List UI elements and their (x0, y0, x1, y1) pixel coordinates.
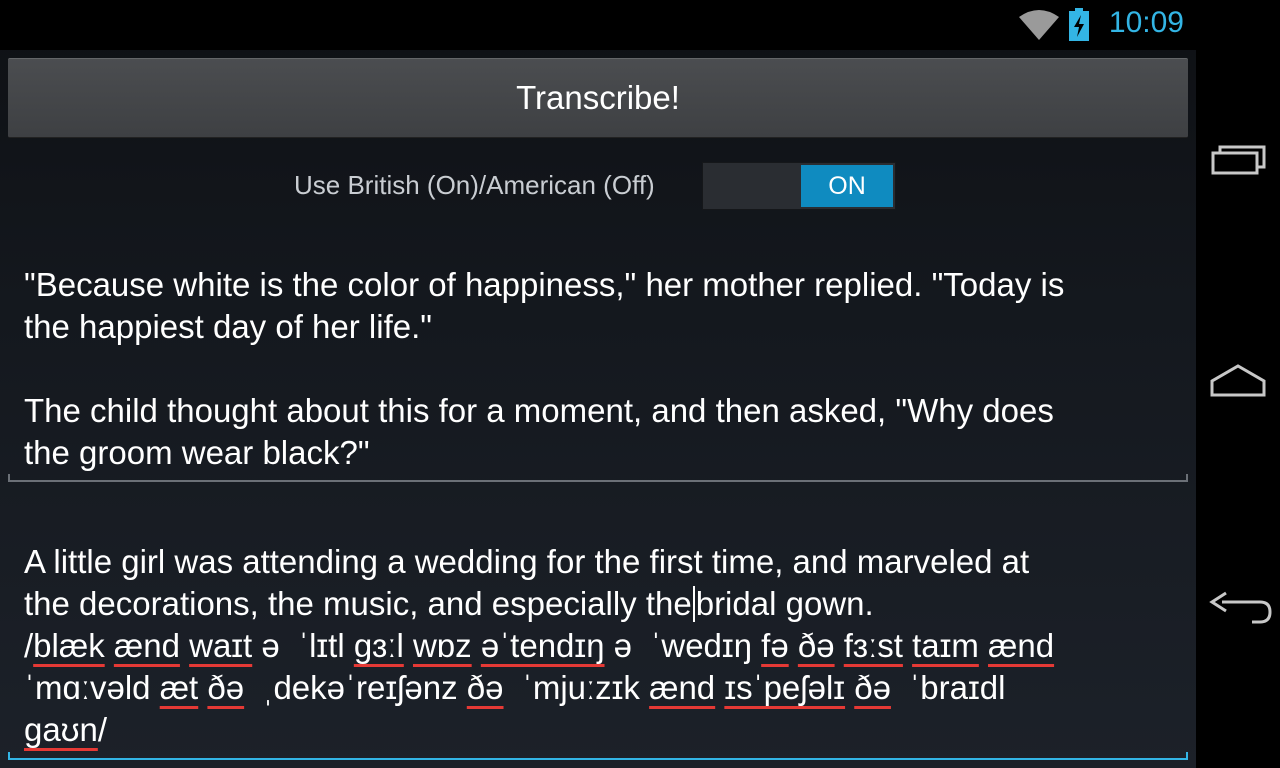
status-bar: 10:09 (0, 0, 1196, 50)
ipa-line: /blæk ænd waɪt ə ˈlɪtl gɜːl wɒz əˈtendɪŋ… (24, 625, 1054, 667)
wifi-icon (1019, 10, 1059, 40)
misspelled-word: ænd (649, 669, 716, 706)
back-button[interactable] (1196, 555, 1280, 665)
toggle-label: Use British (On)/American (Off) (294, 170, 655, 200)
misspelled-word: gɜːl (353, 627, 404, 664)
ipa-text (903, 627, 912, 664)
ipa-text: / (24, 627, 34, 664)
battery-charging-icon (1069, 8, 1089, 41)
input-text-after-cursor: bridal gown. (695, 585, 874, 622)
misspelled-word: blæk (33, 627, 105, 664)
output-line: the groom wear black?" (24, 434, 370, 471)
switch-thumb[interactable]: ON (801, 165, 893, 207)
ipa-line: ˈmɑːvəld æt ðə ˌdekəˈreɪʃənz ðə ˈmjuːzɪk… (24, 667, 1005, 709)
field-underline-tick (8, 474, 10, 482)
ipa-line: gaʊn/ (24, 709, 107, 751)
ipa-text: ˌdekəˈreɪʃənz (244, 669, 467, 706)
output-line: The child thought about this for a momen… (24, 392, 1054, 429)
field-underline-tick (8, 752, 10, 760)
recent-apps-icon (1211, 145, 1266, 175)
field-underline (8, 480, 1188, 482)
clock: 10:09 (1108, 6, 1184, 39)
misspelled-word: ðə (466, 669, 504, 706)
misspelled-word: taɪm (912, 627, 979, 664)
misspelled-word: ðə (854, 669, 891, 706)
misspelled-word: əˈtendɪŋ (480, 627, 605, 664)
field-underline-tick (1186, 474, 1188, 482)
misspelled-word: æt (159, 669, 199, 706)
misspelled-word: ðə (797, 627, 835, 664)
input-line: the decorations, the music, and especial… (24, 583, 874, 625)
transcribe-button[interactable]: Transcribe! (8, 58, 1188, 138)
output-line: "Because white is the color of happiness… (24, 266, 1065, 303)
ipa-text (105, 627, 114, 664)
input-text-before-cursor: the decorations, the music, and especial… (24, 585, 692, 622)
ipa-text (789, 627, 798, 664)
ipa-text (845, 669, 854, 706)
misspelled-word: ænd (988, 627, 1055, 664)
input-line: A little girl was attending a wedding fo… (24, 543, 1030, 580)
ipa-text (404, 627, 413, 664)
misspelled-word: gaʊn (24, 711, 98, 748)
ipa-text (979, 627, 988, 664)
ipa-text: ˈmɑːvəld (24, 669, 151, 706)
ipa-text: ə ˈwedɪŋ (604, 627, 762, 664)
ipa-text: ˈmjuːzɪk (503, 669, 650, 706)
home-button[interactable] (1196, 328, 1280, 438)
recent-apps-button[interactable] (1196, 105, 1280, 215)
misspelled-word: wɒz (412, 627, 472, 664)
ipa-text: ə ˈlɪtl (252, 627, 354, 664)
field-underline-focused (8, 758, 1188, 760)
ipa-text: / (97, 711, 107, 748)
output-line: the happiest day of her life." (24, 308, 432, 345)
misspelled-word: fɜːst (843, 627, 903, 664)
ipa-text (472, 627, 481, 664)
field-underline-tick (1186, 752, 1188, 760)
misspelled-word: fə (761, 627, 789, 664)
misspelled-word: waɪt (189, 627, 253, 664)
misspelled-word: ðə (207, 669, 245, 706)
back-icon (1209, 591, 1272, 624)
ipa-text (151, 669, 160, 706)
home-icon (1210, 364, 1266, 397)
ipa-text (835, 627, 844, 664)
misspelled-word: ɪsˈpeʃəlɪ (724, 669, 846, 706)
text-cursor (692, 586, 695, 622)
ipa-text (180, 627, 189, 664)
app-screen: Transcribe! Use British (On)/American (O… (0, 0, 1196, 768)
british-american-switch[interactable]: ON (702, 162, 896, 210)
misspelled-word: ænd (113, 627, 180, 664)
ipa-text (715, 669, 724, 706)
ipa-text: ˈbraɪdl (890, 669, 1006, 706)
navigation-bar (1196, 0, 1280, 768)
